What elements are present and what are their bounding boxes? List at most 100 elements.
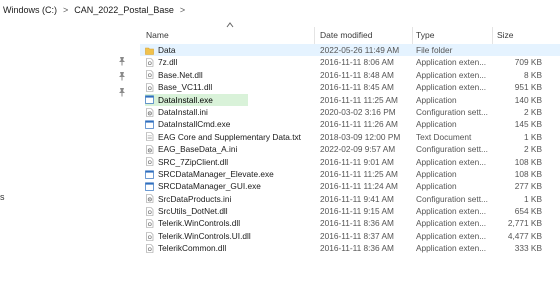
file-row[interactable]: EAG_BaseData_A.ini 2022-02-09 9:57 AM Conf… bbox=[140, 143, 560, 155]
file-row[interactable]: Telerik.WinControls.UI.dll 2016-11-11 8:3… bbox=[140, 230, 560, 242]
breadcrumb: Windows (C:) > CAN_2022_Postal_Base > bbox=[0, 0, 560, 20]
column-header-name[interactable]: Name bbox=[146, 28, 169, 42]
exe-file-icon bbox=[145, 182, 154, 191]
file-date-modified: 2016-11-11 11:26 AM bbox=[320, 119, 398, 130]
column-divider[interactable] bbox=[412, 27, 413, 45]
file-row[interactable]: Telerik.WinControls.dll 2016-11-11 8:36 A… bbox=[140, 217, 560, 229]
file-type: Application bbox=[416, 119, 457, 130]
file-row[interactable]: DataInstall.ini 2020-03-02 3:16 PM Configu… bbox=[140, 106, 560, 118]
file-type: Application exten... bbox=[416, 156, 487, 167]
file-name: SRC_7ZipClient.dll bbox=[158, 156, 229, 167]
file-type: Application exten... bbox=[416, 57, 487, 68]
file-date-modified: 2016-11-11 9:15 AM bbox=[320, 206, 394, 217]
file-date-modified: 2016-11-11 9:41 AM bbox=[320, 193, 394, 204]
file-date-modified: 2016-11-11 8:48 AM bbox=[320, 69, 394, 80]
ini-file-icon bbox=[146, 145, 154, 154]
file-size: 145 KB bbox=[514, 119, 542, 130]
file-type: Application exten... bbox=[416, 243, 487, 254]
file-date-modified: 2020-03-02 3:16 PM bbox=[320, 106, 396, 117]
dll-file-icon bbox=[146, 83, 154, 92]
file-size: 951 KB bbox=[514, 82, 542, 93]
file-size: 140 KB bbox=[514, 94, 542, 105]
file-name: 7z.dll bbox=[158, 57, 178, 68]
file-row[interactable]: SRCDataManager_Elevate.exe 2016-11-11 11:… bbox=[140, 168, 560, 180]
file-row[interactable]: SRCDataManager_GUI.exe 2016-11-11 11:24 A… bbox=[140, 180, 560, 192]
column-header-size[interactable]: Size bbox=[497, 28, 514, 42]
file-size: 333 KB bbox=[514, 243, 542, 254]
file-name: Base_VC11.dll bbox=[158, 82, 213, 93]
nav-item-label[interactable]: s bbox=[0, 192, 5, 202]
file-date-modified: 2016-11-11 8:36 AM bbox=[320, 218, 394, 229]
file-row[interactable]: EAG Core and Supplementary Data.txt 2018-… bbox=[140, 131, 560, 143]
file-name: SRCDataManager_Elevate.exe bbox=[158, 168, 274, 179]
file-name: Data bbox=[158, 45, 176, 55]
file-row[interactable]: Base.Net.dll 2016-11-11 8:48 AM Applicatio… bbox=[140, 69, 560, 81]
dll-file-icon bbox=[146, 157, 154, 167]
file-size: 4,477 KB bbox=[507, 230, 542, 241]
file-type: Configuration sett... bbox=[416, 193, 488, 204]
column-divider[interactable] bbox=[492, 27, 493, 45]
column-header-type[interactable]: Type bbox=[416, 28, 434, 42]
dll-file-icon bbox=[146, 58, 154, 67]
rename-input[interactable]: DataInstall.exe bbox=[145, 93, 248, 106]
exe-file-icon bbox=[145, 120, 154, 129]
pin-icon[interactable] bbox=[117, 71, 127, 81]
file-row[interactable]: DataInstall.exe 2016-11-11 11:25 AM Applic… bbox=[140, 93, 560, 106]
file-type: Application exten... bbox=[416, 218, 487, 229]
folder-icon bbox=[145, 47, 154, 55]
breadcrumb-folder[interactable]: CAN_2022_Postal_Base bbox=[74, 5, 174, 15]
file-date-modified: 2016-11-11 8:36 AM bbox=[320, 243, 394, 254]
file-size: 8 KB bbox=[524, 69, 542, 80]
file-type: File folder bbox=[416, 45, 453, 55]
pin-icon[interactable] bbox=[117, 56, 127, 66]
pin-icon[interactable] bbox=[117, 87, 127, 97]
file-date-modified: 2016-11-11 11:25 AM bbox=[320, 168, 398, 179]
file-name: Base.Net.dll bbox=[158, 69, 203, 80]
file-date-modified: 2016-11-11 8:37 AM bbox=[320, 230, 394, 241]
file-name: Telerik.WinControls.dll bbox=[158, 218, 241, 229]
file-row[interactable]: SrcUtils_DotNet.dll 2016-11-11 9:15 AM App… bbox=[140, 205, 560, 217]
breadcrumb-separator-icon[interactable]: > bbox=[63, 5, 68, 15]
dll-file-icon bbox=[146, 219, 154, 228]
dll-file-icon bbox=[146, 244, 154, 253]
file-size: 277 KB bbox=[514, 181, 542, 192]
file-type: Application exten... bbox=[416, 206, 487, 217]
column-header-date[interactable]: Date modified bbox=[320, 28, 372, 42]
file-type: Application bbox=[416, 181, 457, 192]
file-row[interactable]: 7z.dll 2016-11-11 8:06 AM Application exte… bbox=[140, 56, 560, 68]
ini-file-icon bbox=[146, 107, 154, 117]
file-row[interactable]: TelerikCommon.dll 2016-11-11 8:36 AM Appli… bbox=[140, 242, 560, 254]
file-type: Application bbox=[416, 168, 457, 179]
breadcrumb-separator-icon[interactable]: > bbox=[180, 5, 185, 15]
file-size: 108 KB bbox=[514, 156, 542, 167]
dll-file-icon bbox=[146, 206, 154, 216]
file-row[interactable]: SrcDataProducts.ini 2016-11-11 9:41 AM Con… bbox=[140, 193, 560, 205]
file-size: 2 KB bbox=[524, 144, 542, 155]
file-date-modified: 2016-11-11 11:25 AM bbox=[320, 94, 398, 105]
file-date-modified: 2022-05-26 11:49 AM bbox=[320, 45, 400, 55]
file-name: SrcUtils_DotNet.dll bbox=[158, 206, 228, 217]
file-row[interactable]: Data 2022-05-26 11:49 AM File folder bbox=[140, 44, 560, 57]
file-size: 1 KB bbox=[524, 131, 542, 142]
breadcrumb-drive[interactable]: Windows (C:) bbox=[0, 5, 57, 15]
file-size: 2,771 KB bbox=[507, 218, 542, 229]
file-name: SrcDataProducts.ini bbox=[158, 193, 232, 204]
file-date-modified: 2016-11-11 8:45 AM bbox=[320, 82, 394, 93]
exe-file-icon bbox=[145, 95, 154, 104]
file-row[interactable]: SRC_7ZipClient.dll 2016-11-11 9:01 AM Appl… bbox=[140, 156, 560, 168]
file-type: Application exten... bbox=[416, 82, 487, 93]
file-type: Application exten... bbox=[416, 230, 487, 241]
file-list: Data 2022-05-26 11:49 AM File folder 7z.dll… bbox=[140, 44, 560, 255]
file-row[interactable]: DataInstallCmd.exe 2016-11-11 11:26 AM App… bbox=[140, 118, 560, 130]
file-size: 108 KB bbox=[514, 168, 542, 179]
file-name: TelerikCommon.dll bbox=[158, 243, 227, 254]
column-divider[interactable] bbox=[314, 27, 315, 45]
file-size: 709 KB bbox=[514, 57, 542, 68]
sort-ascending-icon[interactable] bbox=[225, 21, 235, 29]
navigation-pane: s bbox=[0, 20, 136, 290]
file-type: Configuration sett... bbox=[416, 144, 488, 155]
file-date-modified: 2016-11-11 8:06 AM bbox=[320, 57, 394, 68]
dll-file-icon bbox=[146, 231, 154, 241]
file-name: DataInstallCmd.exe bbox=[158, 119, 231, 130]
file-row[interactable]: Base_VC11.dll 2016-11-11 8:45 AM Applicati… bbox=[140, 81, 560, 93]
